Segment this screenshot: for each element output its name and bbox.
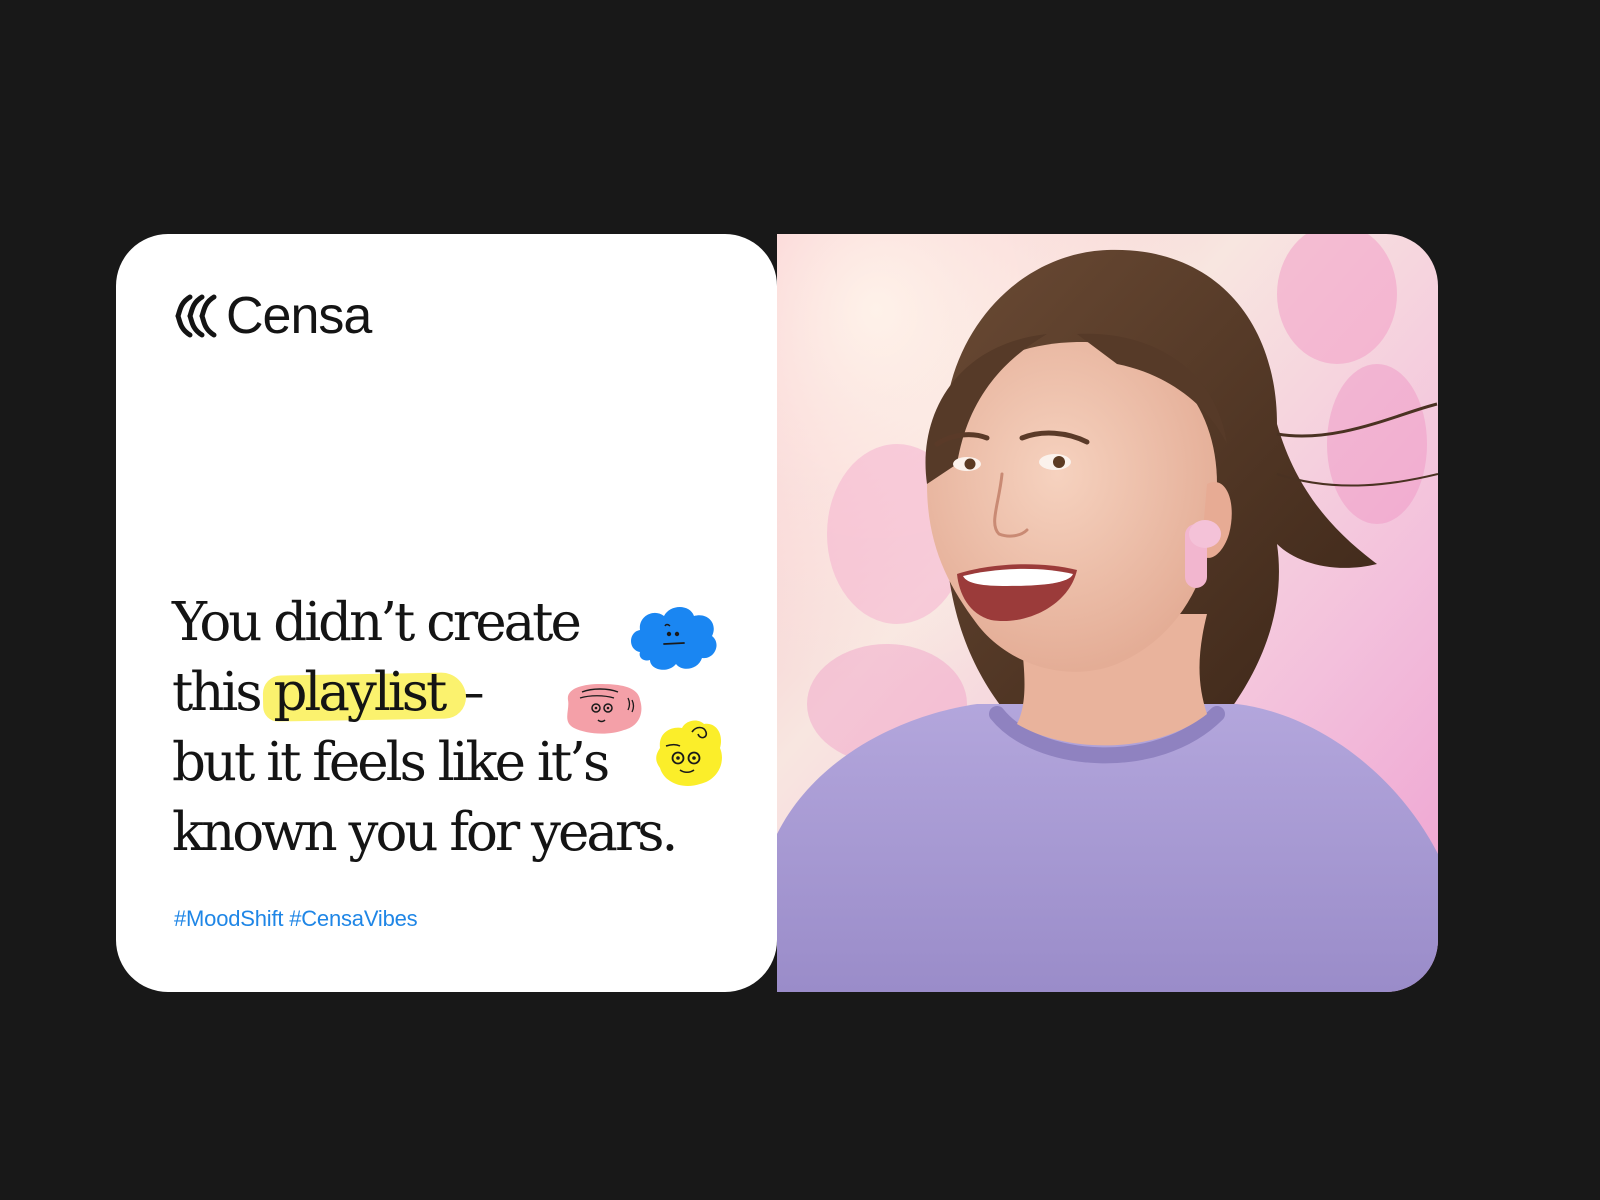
headline-line-2-start: this xyxy=(172,662,263,723)
highlighted-word: playlist xyxy=(273,658,447,728)
censa-chevron-waves-icon xyxy=(175,294,217,338)
smiling-woman-with-earbud-photo xyxy=(777,234,1438,992)
ad-text-card: Censa You didn’t create this playlist – … xyxy=(116,234,777,992)
photo-illustration xyxy=(777,234,1438,992)
highlighted-word-text: playlist xyxy=(273,662,447,723)
ad-canvas: Censa You didn’t create this playlist – … xyxy=(0,0,1600,1200)
headline-line-4: known you for years. xyxy=(172,802,678,863)
headline-line-3: but it feels like it’s xyxy=(172,732,610,793)
hashtags: #MoodShift #CensaVibes xyxy=(174,906,418,931)
blue-cloud-face-icon xyxy=(631,607,717,670)
yellow-blob-face-icon xyxy=(656,720,722,787)
brand-logo: Censa xyxy=(174,287,372,345)
brand-name: Censa xyxy=(226,287,372,345)
pink-blob-face-icon xyxy=(567,684,642,734)
